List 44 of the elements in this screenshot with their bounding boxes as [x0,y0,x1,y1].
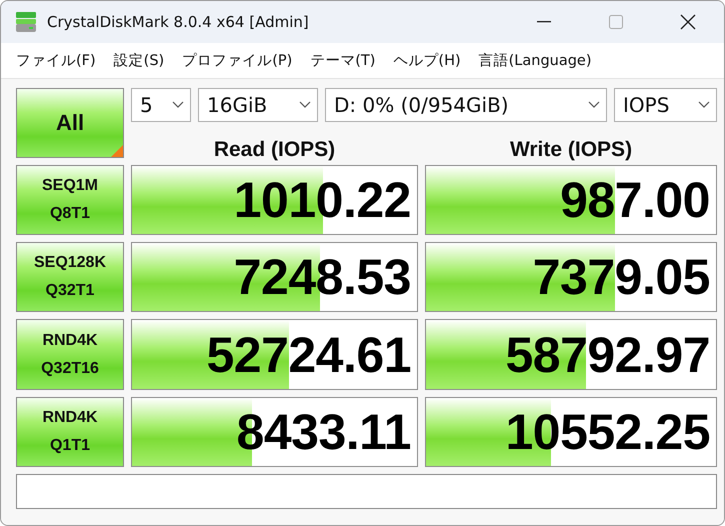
chevron-down-icon [698,101,710,109]
disk-drive-icon [15,11,37,33]
test-params: Q32T16 [41,360,99,378]
dropdown[interactable]: IOPS [614,88,717,122]
test-params: Q8T1 [50,205,90,223]
chevron-down-icon [172,101,184,109]
chevron-down-icon [588,101,600,109]
test-label[interactable]: RND4K Q32T16 [16,319,124,390]
close-icon [680,14,696,30]
menu-item[interactable]: ヘルプ(H) [384,51,470,70]
result-value: 1010.22 [234,171,411,229]
menu-item[interactable]: ファイル(F) [7,51,105,70]
comment-field[interactable] [16,474,717,509]
test-params: Q1T1 [50,437,90,455]
result-value: 58792.97 [505,326,710,384]
maximize-icon [609,15,623,29]
column-header: Read (IOPS) [214,138,336,162]
dropdown[interactable]: D: 0% (0/954GiB) [325,88,607,122]
result-value: 10552.25 [505,403,710,461]
result-value: 52724.61 [206,326,411,384]
test-name: RND4K [42,409,98,427]
result-value: 7248.53 [234,248,411,306]
window-title: CrystalDiskMark 8.0.4 x64 [Admin] [47,13,310,31]
chevron-down-icon [299,101,311,109]
menu-item[interactable]: 言語(Language) [470,51,601,70]
test-name: RND4K [42,332,98,350]
test-name: SEQ128K [34,254,106,272]
column-header: Write (IOPS) [510,138,632,162]
menu-item[interactable]: プロファイル(P) [173,51,302,70]
test-label[interactable]: SEQ1M Q8T1 [16,165,124,235]
dropdown[interactable]: 16GiB [198,88,318,122]
corner-triangle-icon [111,145,123,157]
menu-item[interactable]: 設定(S) [104,51,174,70]
test-params: Q32T1 [46,282,94,300]
result-value: 8433.11 [236,403,411,461]
minimize-icon [537,21,551,23]
result-value: 987.00 [560,171,710,229]
result-value: 7379.05 [532,248,710,306]
test-label[interactable]: SEQ128K Q32T1 [16,242,124,312]
run-all-button[interactable]: All [16,88,124,158]
test-label[interactable]: RND4K Q1T1 [16,397,124,467]
dropdown[interactable]: 5 [131,88,191,122]
menu-item[interactable]: テーマ(T) [301,51,384,70]
test-name: SEQ1M [42,177,98,195]
